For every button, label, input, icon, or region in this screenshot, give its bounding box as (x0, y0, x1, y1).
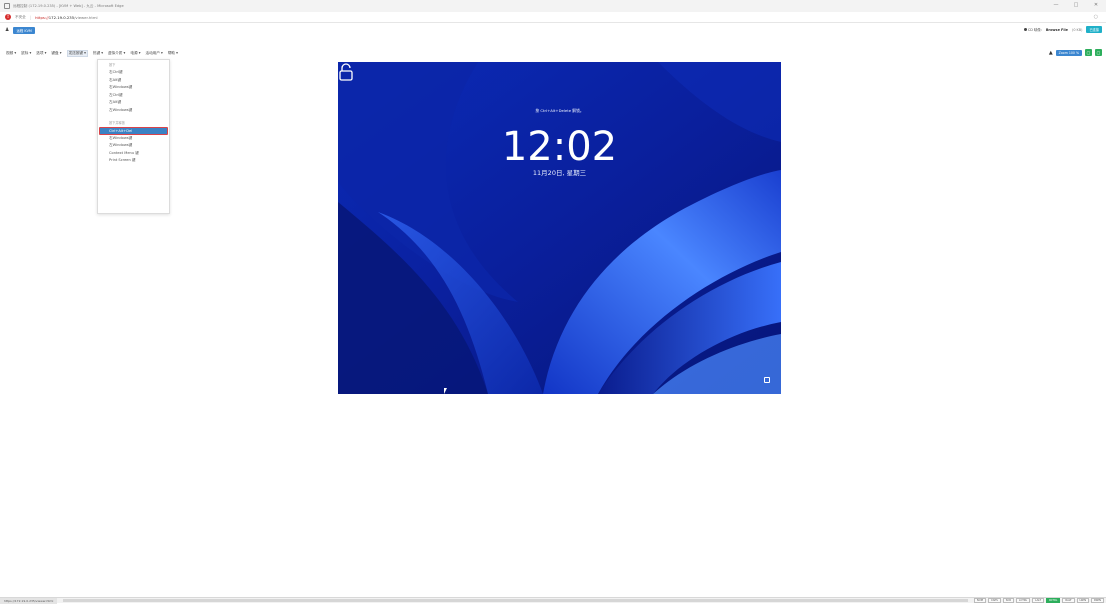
menu-power[interactable]: 电源 ▾ (130, 51, 140, 56)
dropdown-item-press-right-windows[interactable]: 右Windows键 (98, 135, 169, 143)
menu-help[interactable]: 帮助 ▾ (168, 51, 178, 56)
zoom-button[interactable]: Zoom 100 % (1055, 49, 1082, 56)
window-controls: — □ ✕ (1052, 2, 1100, 8)
key-scr: SCR (1002, 598, 1015, 603)
fullscreen-button[interactable]: ▢ (1085, 49, 1092, 56)
dropdown-item-right-windows[interactable]: 右Windows键 (98, 84, 169, 92)
user-alert-icon[interactable]: ▲ (1049, 50, 1053, 56)
key-caps: CAPS (987, 598, 1001, 603)
mouse-cursor-icon (444, 388, 447, 394)
key-lwin: LWIN (1076, 598, 1090, 603)
security-label[interactable]: 不安全 (15, 15, 26, 20)
address-bar[interactable]: ! 不安全 | https:// 172.19.0.235 /viewer.ht… (0, 12, 1106, 23)
kvm-media-controls: CD 映像: Browse File (0 KB) 已连接 (1023, 26, 1102, 33)
accessibility-icon[interactable] (764, 377, 770, 383)
status-bar: https://172.19.0.235/viewer.html NUM CAP… (0, 597, 1106, 604)
user-icon: ♟ (5, 27, 10, 33)
dropdown-item-left-windows[interactable]: 左Windows键 (98, 107, 169, 115)
menu-options[interactable]: 选项 ▾ (36, 51, 46, 56)
dropdown-item-context-menu[interactable]: Context Menu 键 (98, 150, 169, 158)
menu-hotkeys[interactable]: 热键 ▾ (93, 51, 103, 56)
menu-keyboard[interactable]: 键盘 ▾ (51, 51, 61, 56)
window-title: 远程控制 (172.19.0.235) - [KVM + Web] - 九云 -… (13, 3, 124, 8)
dropdown-item-print-screen[interactable]: Print Screen 键 (98, 157, 169, 165)
key-lctrl: LCTRL (1016, 598, 1031, 603)
key-rwin: RWIN (1091, 598, 1104, 603)
browser-profile-icon[interactable]: ○ (1094, 14, 1098, 20)
menu-video[interactable]: 视频 ▾ (6, 51, 16, 56)
key-ralt: RALT (1062, 598, 1075, 603)
minimize-button[interactable]: — (1052, 2, 1060, 8)
press-section-header: 按下并释放 (109, 121, 125, 125)
not-secure-warning-icon[interactable]: ! (5, 14, 11, 20)
maximize-button[interactable]: □ (1072, 2, 1080, 8)
settings-button[interactable]: ▢ (1095, 49, 1102, 56)
hold-section-header: 按下 (109, 63, 116, 67)
unlock-hint: 按 Ctrl+Alt+Delete 解锁。 (535, 108, 584, 113)
dropdown-item-left-ctrl[interactable]: 左Ctrl键 (98, 92, 169, 100)
key-lalt: LALT (1032, 598, 1045, 603)
window-titlebar: 远程控制 (172.19.0.235) - [KVM + Web] - 九云 -… (0, 0, 1106, 12)
lock-screen-time: 12:02 (501, 124, 618, 170)
kvm-topbar: ♟ 远程 KVM CD 映像: Browse File (0 KB) 已连接 (0, 24, 1106, 36)
unlock-icon (339, 63, 353, 81)
url-scheme[interactable]: https:// (35, 15, 49, 20)
browse-file-button[interactable]: Browse File (1046, 28, 1068, 32)
key-num: NUM (973, 598, 986, 603)
menu-send-keys[interactable]: 发送按键 ▾ (66, 49, 88, 57)
url-path[interactable]: /viewer.html (74, 15, 97, 20)
address-separator: | (29, 14, 32, 20)
menu-active-users[interactable]: 活动用户 ▾ (146, 51, 163, 56)
dropdown-item-right-alt[interactable]: 右Alt键 (98, 77, 169, 85)
url-host[interactable]: 172.19.0.235 (49, 15, 74, 20)
key-rctrl: RCTRL (1046, 598, 1061, 603)
cd-icon (1023, 28, 1027, 31)
dropdown-item-press-left-windows[interactable]: 左Windows键 (98, 142, 169, 150)
dropdown-item-ctrl-alt-del[interactable]: Ctrl+Alt+Del (99, 127, 168, 135)
connect-button[interactable]: 已连接 (1086, 26, 1102, 33)
kvm-chip[interactable]: 远程 KVM (13, 26, 35, 34)
dropdown-item-left-alt[interactable]: 左Alt键 (98, 99, 169, 107)
close-button[interactable]: ✕ (1092, 2, 1100, 8)
cd-image-status: CD 映像: (1023, 27, 1042, 32)
edge-favicon-icon (4, 3, 10, 9)
cd-file-size: (0 KB) (1072, 27, 1083, 32)
kvm-menubar: 视频 ▾ 鼠标 ▾ 选项 ▾ 键盘 ▾ 发送按键 ▾ 热键 ▾ 虚拟介质 ▾ 电… (0, 48, 1106, 58)
menu-mouse[interactable]: 鼠标 ▾ (21, 51, 31, 56)
status-progress-track (63, 599, 968, 602)
keyboard-status-keys: NUM CAPS SCR LCTRL LALT RCTRL RALT LWIN … (973, 598, 1104, 603)
remote-desktop-screen[interactable]: 按 Ctrl+Alt+Delete 解锁。 12:02 11月20日, 星期三 (338, 62, 781, 394)
send-keys-dropdown: 按下 右Ctrl键 右Alt键 右Windows键 左Ctrl键 左Alt键 左… (97, 59, 170, 214)
lock-screen-date: 11月20日, 星期三 (532, 169, 587, 177)
dropdown-item-right-ctrl[interactable]: 右Ctrl键 (98, 69, 169, 77)
cd-status-label: CD 映像: (1027, 28, 1042, 32)
menubar-right-controls: ▲ Zoom 100 % ▢ ▢ (1049, 48, 1102, 57)
menu-virtual-media[interactable]: 虚拟介质 ▾ (108, 51, 125, 56)
